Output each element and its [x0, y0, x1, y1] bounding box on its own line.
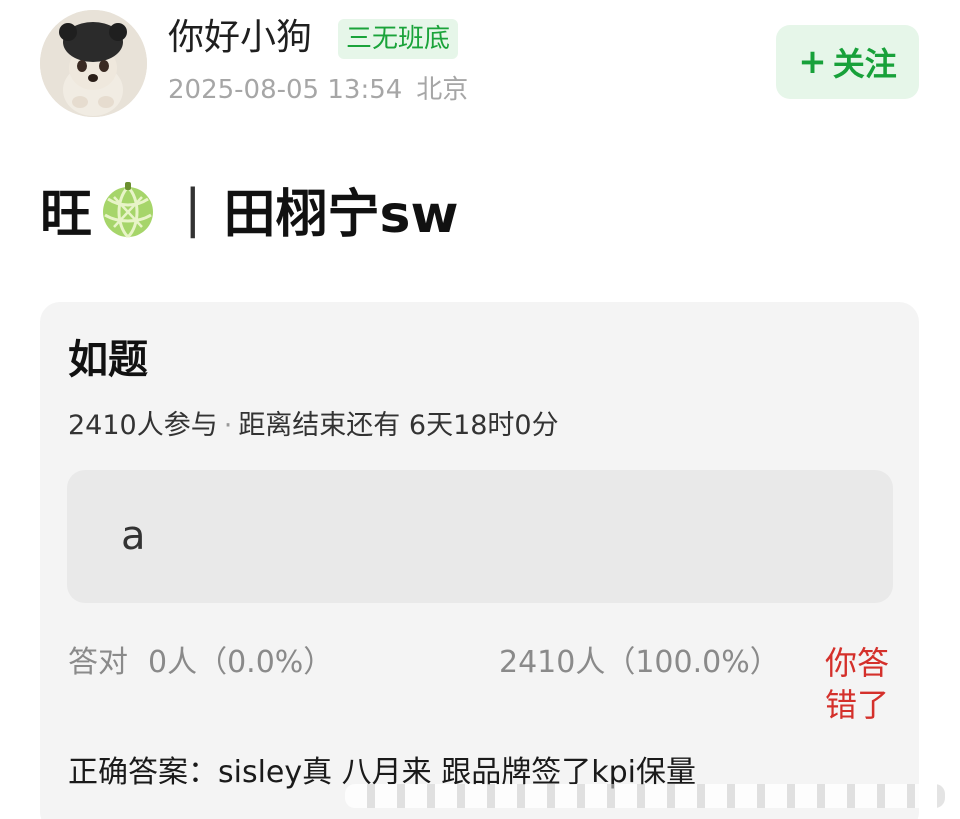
user-badge: 三无班底: [338, 19, 459, 59]
correct-result: 答对 0人（0.0%）: [68, 642, 333, 684]
post-datetime: 2025-08-05 13:54: [168, 75, 403, 105]
avatar[interactable]: [40, 10, 147, 117]
participant-count: 2410人参与: [68, 410, 218, 441]
post-page: 你好小狗 三无班底 2025-08-05 13:54 北京 + 关注 旺 | 田栩…: [0, 0, 960, 819]
plus-icon: +: [798, 42, 827, 82]
title-prefix: 旺: [40, 184, 93, 245]
quiz-option[interactable]: a: [67, 470, 893, 603]
quiz-stats: 2410人参与 · 距离结束还有 6天18时0分: [68, 406, 559, 446]
correct-count: 0人（0.0%）: [148, 645, 334, 680]
username[interactable]: 你好小狗: [168, 14, 312, 62]
follow-button[interactable]: + 关注: [776, 25, 919, 99]
melon-icon: [98, 179, 158, 239]
time-remaining: 距离结束还有 6天18时0分: [238, 410, 559, 441]
stats-separator: ·: [223, 410, 233, 441]
post-title: 旺 | 田栩宁sw: [40, 174, 459, 245]
post-location: 北京: [416, 75, 469, 105]
wrong-count: 2410人（100.0%）: [499, 645, 780, 680]
dog-avatar-icon: [40, 10, 147, 117]
quiz-question: 如题: [68, 337, 148, 383]
correct-answer: 正确答案：sisley真 八月来 跟品牌签了kpi保量: [68, 755, 696, 790]
option-label: a: [121, 513, 146, 559]
wrong-answer-badge: 你答错了: [825, 644, 890, 724]
follow-label: 关注: [832, 45, 897, 83]
post-meta: 2025-08-05 13:54 北京: [168, 70, 468, 110]
title-separator: |: [184, 179, 202, 239]
quiz-card: 如题 2410人参与 · 距离结束还有 6天18时0分 a 答对 0人（0.0%） 2…: [40, 302, 919, 819]
title-suffix: 田栩宁sw: [223, 184, 459, 245]
correct-label: 答对: [68, 645, 128, 680]
